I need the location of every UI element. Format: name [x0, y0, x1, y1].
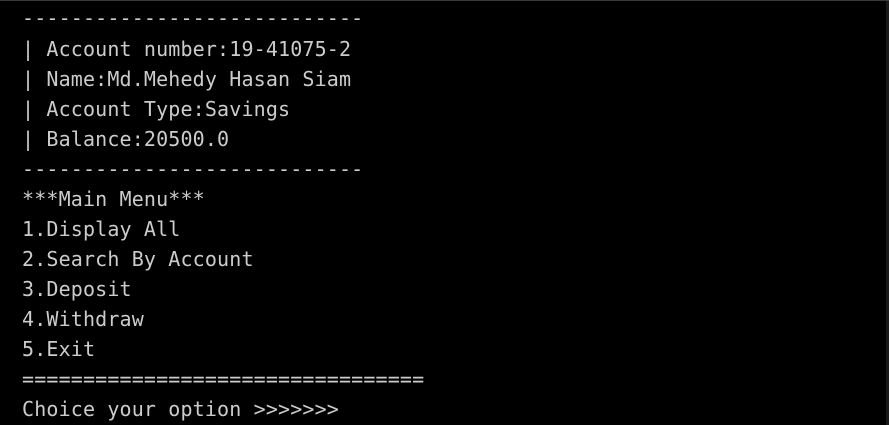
- menu-item-withdraw: 4.Withdraw: [22, 307, 144, 331]
- console-window[interactable]: ---------------------------- | Account n…: [0, 0, 889, 425]
- menu-item-search-by-account: 2.Search By Account: [22, 247, 254, 271]
- input-prompt-row[interactable]: Choice your option >>>>>>>: [22, 394, 339, 424]
- account-name-line: | Name:Md.Mehedy Hasan Siam: [22, 67, 352, 91]
- option-prompt: Choice your option >>>>>>>: [22, 397, 339, 421]
- double-separator-line: =================================: [22, 367, 425, 391]
- balance-line: | Balance:20500.0: [22, 127, 230, 151]
- separator-line-bottom: ----------------------------: [22, 157, 364, 181]
- menu-item-display-all: 1.Display All: [22, 217, 181, 241]
- menu-item-exit: 5.Exit: [22, 337, 96, 361]
- main-menu-title: ***Main Menu***: [22, 187, 205, 211]
- separator-line-top: ----------------------------: [22, 6, 364, 30]
- menu-item-deposit: 3.Deposit: [22, 277, 132, 301]
- account-number-line: | Account number:19-41075-2: [22, 37, 352, 61]
- account-type-line: | Account Type:Savings: [22, 97, 291, 121]
